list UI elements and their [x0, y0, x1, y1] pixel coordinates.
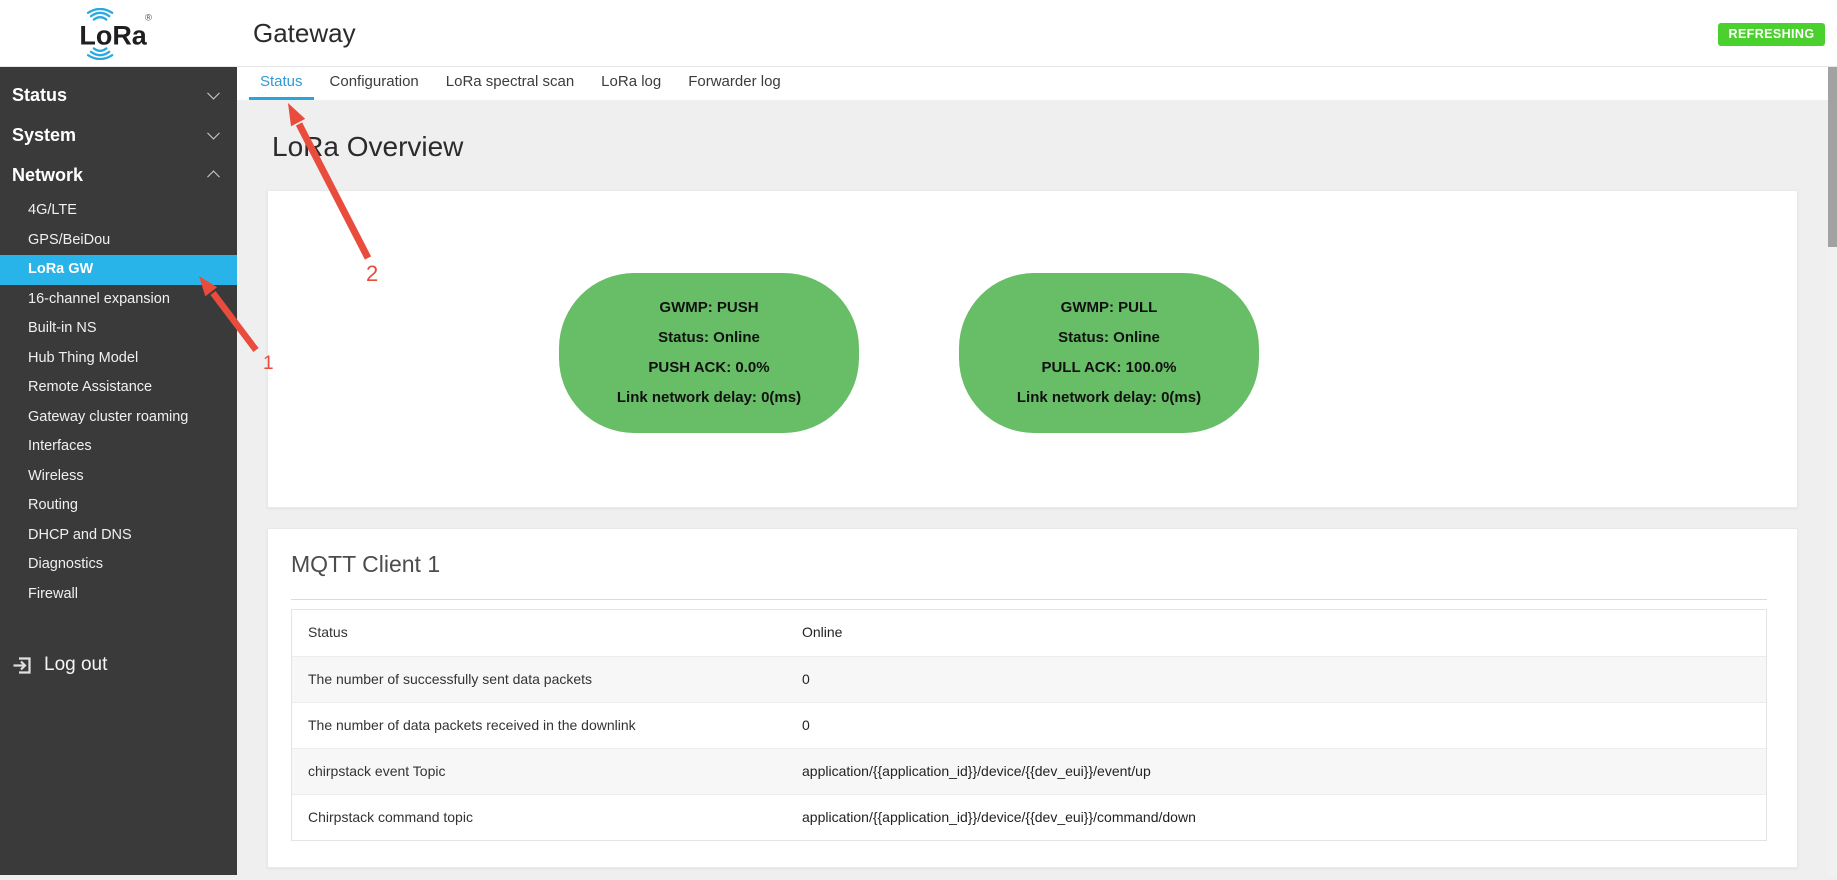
sidebar-section-network[interactable]: Network: [0, 155, 237, 195]
table-row: Chirpstack command topic application/{{a…: [292, 794, 1766, 840]
status-line: Link network delay: 0(ms): [617, 383, 801, 413]
tab[interactable]: Status: [249, 67, 314, 100]
sidebar-item[interactable]: Diagnostics: [0, 550, 237, 580]
status-line: PUSH ACK: 0.0%: [648, 353, 769, 383]
refreshing-button[interactable]: REFRESHING: [1718, 23, 1825, 46]
sidebar-item[interactable]: 4G/LTE: [0, 196, 237, 226]
sidebar-item[interactable]: Remote Assistance: [0, 373, 237, 403]
sidebar-section-label: System: [12, 125, 76, 145]
sidebar-nav: Status System Network 4G/LTE GPS/BeiDou …: [0, 67, 237, 875]
tab[interactable]: Forwarder log: [677, 67, 792, 100]
sidebar-section-status[interactable]: Status: [0, 75, 237, 115]
mqtt-client-card: MQTT Client 1 Status Online The number o…: [267, 528, 1798, 868]
top-header: LoRa ® Gateway REFRESHING: [0, 0, 1837, 67]
tab[interactable]: LoRa log: [590, 67, 672, 100]
status-line: Link network delay: 0(ms): [1017, 383, 1201, 413]
gwmp-pull-status-pill: GWMP: PULLStatus: OnlinePULL ACK: 100.0%…: [959, 273, 1259, 433]
status-line: PULL ACK: 100.0%: [1041, 353, 1176, 383]
network-submenu: 4G/LTE GPS/BeiDou LoRa GW 16-channel exp…: [0, 196, 237, 609]
logout-button[interactable]: Log out: [13, 650, 107, 680]
row-label: chirpstack event Topic: [308, 749, 445, 794]
table-row: chirpstack event Topic application/{{app…: [292, 748, 1766, 794]
sidebar-item[interactable]: Built-in NS: [0, 314, 237, 344]
section-title: LoRa Overview: [272, 131, 463, 163]
tab[interactable]: LoRa spectral scan: [435, 67, 585, 100]
chevron-down-icon: [207, 127, 220, 140]
row-value: 0: [802, 657, 810, 702]
mqtt-client-title: MQTT Client 1: [291, 551, 440, 578]
row-label: The number of data packets received in t…: [308, 703, 636, 748]
scrollbar-thumb[interactable]: [1828, 67, 1837, 247]
sidebar-item[interactable]: Hub Thing Model: [0, 344, 237, 374]
status-line: Status: Online: [658, 323, 760, 353]
main-content: LoRa Overview GWMP: PUSHStatus: OnlinePU…: [237, 100, 1828, 875]
lora-overview-card: GWMP: PUSHStatus: OnlinePUSH ACK: 0.0%Li…: [267, 190, 1798, 508]
row-value: application/{{application_id}}/device/{{…: [802, 795, 1196, 840]
mqtt-status-table: Status Online The number of successfully…: [291, 609, 1767, 841]
logout-label: Log out: [44, 654, 107, 676]
sidebar-item[interactable]: Wireless: [0, 462, 237, 492]
status-line: Status: Online: [1058, 323, 1160, 353]
status-line: GWMP: PULL: [1061, 293, 1158, 323]
page-title: Gateway: [253, 0, 356, 67]
status-line: GWMP: PUSH: [659, 293, 758, 323]
svg-text:LoRa: LoRa: [79, 21, 147, 51]
table-row: Status Online: [292, 610, 1766, 656]
sidebar-item[interactable]: 16-channel expansion: [0, 285, 237, 315]
chevron-up-icon: [207, 170, 220, 183]
lora-logo-graphic: LoRa ®: [76, 8, 156, 60]
row-label: Status: [308, 610, 348, 655]
vertical-scrollbar[interactable]: [1828, 67, 1837, 875]
sidebar-section-system[interactable]: System: [0, 115, 237, 155]
divider: [291, 599, 1767, 600]
sidebar-item[interactable]: Firewall: [0, 580, 237, 610]
sidebar-item[interactable]: Routing: [0, 491, 237, 521]
svg-text:®: ®: [145, 13, 152, 24]
tab-bar: Status Configuration LoRa spectral scan …: [237, 67, 1828, 100]
sidebar-item[interactable]: Gateway cluster roaming: [0, 403, 237, 433]
sidebar-item[interactable]: DHCP and DNS: [0, 521, 237, 551]
table-row: The number of successfully sent data pac…: [292, 656, 1766, 702]
sidebar-item[interactable]: Interfaces: [0, 432, 237, 462]
row-value: 0: [802, 703, 810, 748]
tab[interactable]: Configuration: [319, 67, 430, 100]
lora-logo: LoRa ®: [76, 8, 156, 60]
row-value: application/{{application_id}}/device/{{…: [802, 749, 1151, 794]
row-value: Online: [802, 610, 842, 655]
sidebar-item[interactable]: GPS/BeiDou: [0, 226, 237, 256]
gwmp-push-status-pill: GWMP: PUSHStatus: OnlinePUSH ACK: 0.0%Li…: [559, 273, 859, 433]
chevron-down-icon: [207, 87, 220, 100]
sidebar-item[interactable]: LoRa GW: [0, 255, 237, 285]
logout-icon: [13, 656, 32, 675]
sidebar-section-label: Status: [12, 85, 67, 105]
row-label: The number of successfully sent data pac…: [308, 657, 592, 702]
row-label: Chirpstack command topic: [308, 795, 473, 840]
sidebar-section-label: Network: [12, 165, 83, 185]
table-row: The number of data packets received in t…: [292, 702, 1766, 748]
